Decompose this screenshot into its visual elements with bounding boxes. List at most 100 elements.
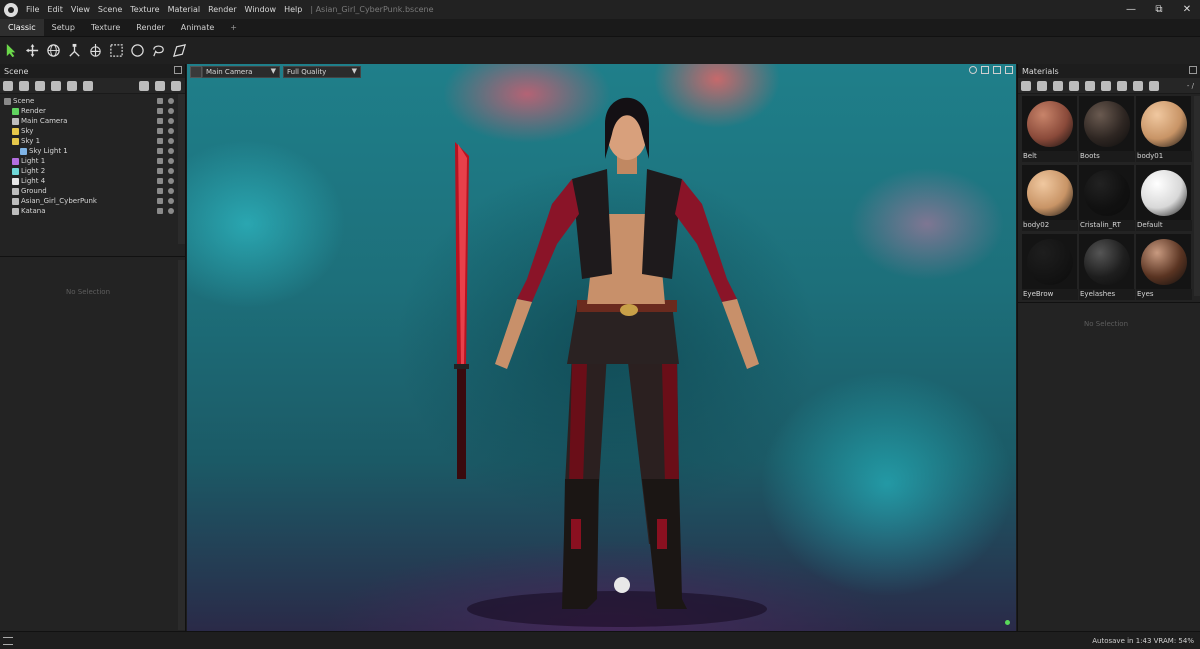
select-icon[interactable]: [3, 42, 20, 59]
light-gizmo[interactable]: [614, 577, 630, 593]
visibility-eye-icon[interactable]: [168, 148, 174, 154]
menu-scene[interactable]: Scene: [94, 5, 126, 14]
tab-texture[interactable]: Texture: [83, 19, 128, 36]
minimize-button[interactable]: —: [1126, 4, 1136, 15]
circle-select-icon[interactable]: [129, 42, 146, 59]
restore-button[interactable]: ⧉: [1154, 4, 1164, 15]
lock-icon[interactable]: [157, 158, 163, 164]
materials-scrollbar[interactable]: [1194, 96, 1200, 296]
scene-tree-item[interactable]: Scene: [0, 96, 185, 106]
add-camera-icon[interactable]: [35, 80, 45, 91]
visibility-eye-icon[interactable]: [168, 138, 174, 144]
material-item[interactable]: EyeBrow: [1022, 234, 1078, 302]
apply-icon[interactable]: [1133, 80, 1143, 91]
visibility-eye-icon[interactable]: [168, 128, 174, 134]
freehand-select-icon[interactable]: [171, 42, 188, 59]
material-item[interactable]: Eyes: [1136, 234, 1192, 302]
add-tab-button[interactable]: +: [222, 19, 245, 36]
visibility-eye-icon[interactable]: [168, 168, 174, 174]
scene-tree-scrollbar[interactable]: [178, 94, 185, 244]
pipette-icon[interactable]: [1117, 80, 1127, 91]
tab-setup[interactable]: Setup: [44, 19, 83, 36]
material-item[interactable]: body02: [1022, 165, 1078, 233]
properties-scrollbar[interactable]: [178, 260, 185, 630]
material-thumbnail: [1079, 96, 1134, 151]
visibility-eye-icon[interactable]: [168, 158, 174, 164]
box-select-icon[interactable]: [108, 42, 125, 59]
scene-tree-item[interactable]: Render: [0, 106, 185, 116]
lock-icon[interactable]: [157, 128, 163, 134]
link-icon[interactable]: [1037, 80, 1047, 91]
settings-icon[interactable]: [1149, 80, 1159, 91]
move-icon[interactable]: [24, 42, 41, 59]
add-sky-icon[interactable]: [51, 80, 61, 91]
lock-icon[interactable]: [157, 138, 163, 144]
scene-tree-item[interactable]: Main Camera: [0, 116, 185, 126]
add-light-icon[interactable]: [19, 80, 29, 91]
scene-tree-item[interactable]: Sky Light 1: [0, 146, 185, 156]
add-material-icon[interactable]: [1021, 80, 1031, 91]
lock-icon[interactable]: [157, 98, 163, 104]
material-item[interactable]: Default: [1136, 165, 1192, 233]
lock-icon[interactable]: [157, 168, 163, 174]
material-item[interactable]: body01: [1136, 96, 1192, 164]
menu-material[interactable]: Material: [164, 5, 205, 14]
scene-tree-item[interactable]: Sky 1: [0, 136, 185, 146]
render-viewport[interactable]: Main Camera ▼ Full Quality ▼: [187, 64, 1016, 631]
visibility-eye-icon[interactable]: [168, 188, 174, 194]
duplicate-icon[interactable]: [1085, 80, 1095, 91]
lock-icon[interactable]: [157, 108, 163, 114]
material-filter[interactable]: - /: [1187, 82, 1194, 90]
lock-icon[interactable]: [157, 148, 163, 154]
material-item[interactable]: Belt: [1022, 96, 1078, 164]
transform-icon[interactable]: [87, 42, 104, 59]
scene-tree-item[interactable]: Light 1: [0, 156, 185, 166]
visibility-eye-icon[interactable]: [168, 118, 174, 124]
scene-tree-item[interactable]: Light 4: [0, 176, 185, 186]
scene-tree-item[interactable]: Katana: [0, 206, 185, 216]
tab-render[interactable]: Render: [128, 19, 172, 36]
panel-expand-icon[interactable]: [174, 66, 182, 74]
folder-icon[interactable]: [1069, 80, 1079, 91]
rotate-icon[interactable]: [45, 42, 62, 59]
tab-classic[interactable]: Classic: [0, 19, 44, 36]
add-material-icon[interactable]: [83, 80, 93, 91]
menu-icon[interactable]: [3, 636, 13, 645]
menu-texture[interactable]: Texture: [126, 5, 163, 14]
menu-render[interactable]: Render: [204, 5, 240, 14]
visibility-eye-icon[interactable]: [168, 178, 174, 184]
folder-icon[interactable]: [139, 80, 149, 91]
delete-icon[interactable]: [171, 80, 181, 91]
lock-icon[interactable]: [157, 208, 163, 214]
add-group-icon[interactable]: [67, 80, 77, 91]
duplicate-icon[interactable]: [155, 80, 165, 91]
material-item[interactable]: Eyelashes: [1079, 234, 1135, 302]
tab-animate[interactable]: Animate: [173, 19, 223, 36]
menu-help[interactable]: Help: [280, 5, 306, 14]
lock-icon[interactable]: [157, 178, 163, 184]
close-button[interactable]: ✕: [1182, 4, 1192, 15]
lock-icon[interactable]: [157, 198, 163, 204]
lock-icon[interactable]: [157, 188, 163, 194]
visibility-eye-icon[interactable]: [168, 108, 174, 114]
add-object-icon[interactable]: [3, 80, 13, 91]
delete-icon[interactable]: [1101, 80, 1111, 91]
panel-expand-icon[interactable]: [1189, 66, 1197, 74]
lasso-icon[interactable]: [150, 42, 167, 59]
lock-icon[interactable]: [157, 118, 163, 124]
grid-icon[interactable]: [1053, 80, 1063, 91]
scene-tree-item[interactable]: Ground: [0, 186, 185, 196]
material-item[interactable]: Boots: [1079, 96, 1135, 164]
menu-file[interactable]: File: [22, 5, 43, 14]
scale-icon[interactable]: [66, 42, 83, 59]
scene-tree-item[interactable]: Asian_Girl_CyberPunk: [0, 196, 185, 206]
visibility-eye-icon[interactable]: [168, 198, 174, 204]
scene-tree-item[interactable]: Light 2: [0, 166, 185, 176]
menu-window[interactable]: Window: [241, 5, 281, 14]
scene-tree-item[interactable]: Sky: [0, 126, 185, 136]
visibility-eye-icon[interactable]: [168, 208, 174, 214]
material-item[interactable]: Cristalin_RT: [1079, 165, 1135, 233]
menu-edit[interactable]: Edit: [43, 5, 67, 14]
visibility-eye-icon[interactable]: [168, 98, 174, 104]
menu-view[interactable]: View: [67, 5, 94, 14]
